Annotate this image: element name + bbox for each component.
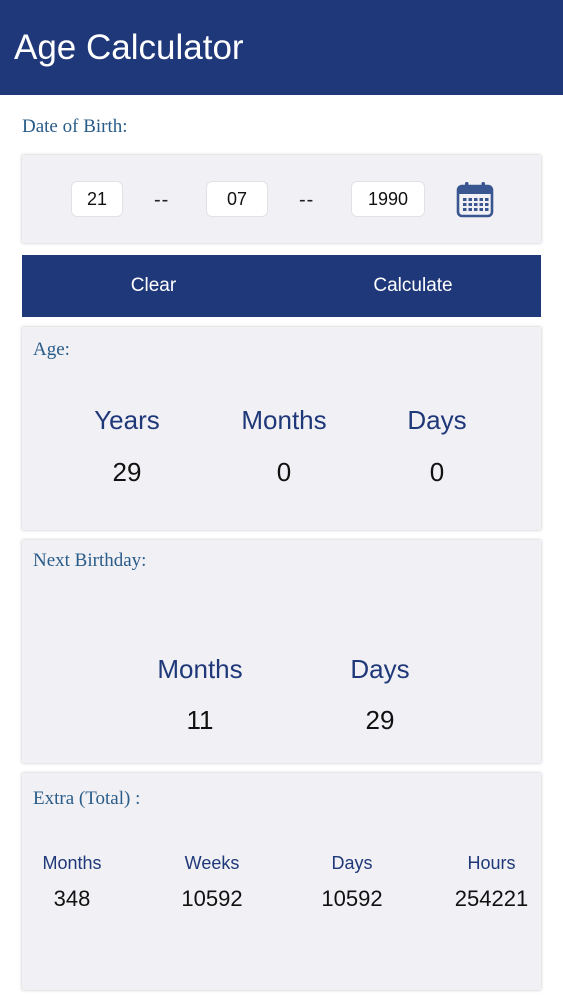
extra-days-value: 10592	[321, 886, 383, 911]
action-bar: Clear Calculate	[22, 255, 541, 317]
extra-hours-heading: Hours	[467, 853, 516, 873]
next-birthday-card: Next Birthday: Months 11 Days 29	[22, 540, 541, 763]
year-field[interactable]: 1990	[351, 181, 425, 217]
clear-button[interactable]: Clear	[22, 255, 285, 317]
extra-months-heading: Months	[42, 853, 102, 873]
extra-total-card: Extra (Total) : Months 348 Weeks 10592 D…	[22, 773, 541, 990]
extra-total-label: Extra (Total) :	[33, 788, 141, 809]
dob-label: Date of Birth:	[22, 116, 128, 137]
date-separator: --	[299, 189, 315, 211]
next-birthday-label: Next Birthday:	[33, 550, 147, 571]
next-birthday-days-value: 29	[365, 705, 395, 735]
age-months-heading: Months	[241, 405, 327, 435]
age-months-value: 0	[276, 457, 292, 487]
age-card: Age: Years 29 Months 0 Days 0	[22, 327, 541, 530]
extra-hours-value: 254221	[454, 886, 529, 911]
age-days-value: 0	[429, 457, 445, 487]
age-label: Age:	[33, 339, 70, 360]
day-field[interactable]: 21	[71, 181, 123, 217]
page-title: Age Calculator	[14, 28, 244, 67]
next-birthday-months-heading: Months	[157, 654, 243, 684]
age-years-value: 29	[112, 457, 142, 487]
next-birthday-months-value: 11	[186, 705, 214, 735]
age-years-heading: Years	[94, 405, 160, 435]
dob-card: 21 -- 07 -- 1990	[22, 155, 541, 243]
extra-weeks-heading: Weeks	[184, 853, 240, 873]
month-field[interactable]: 07	[206, 181, 268, 217]
extra-days-heading: Days	[331, 853, 373, 873]
app-header: Age Calculator	[0, 0, 563, 95]
age-days-heading: Days	[407, 405, 467, 435]
next-birthday-days-heading: Days	[350, 654, 410, 684]
extra-weeks-value: 10592	[181, 886, 243, 911]
calculate-button[interactable]: Calculate	[285, 255, 541, 317]
calendar-icon[interactable]	[456, 181, 494, 219]
extra-months-value: 348	[53, 886, 91, 911]
date-separator: --	[154, 189, 170, 211]
